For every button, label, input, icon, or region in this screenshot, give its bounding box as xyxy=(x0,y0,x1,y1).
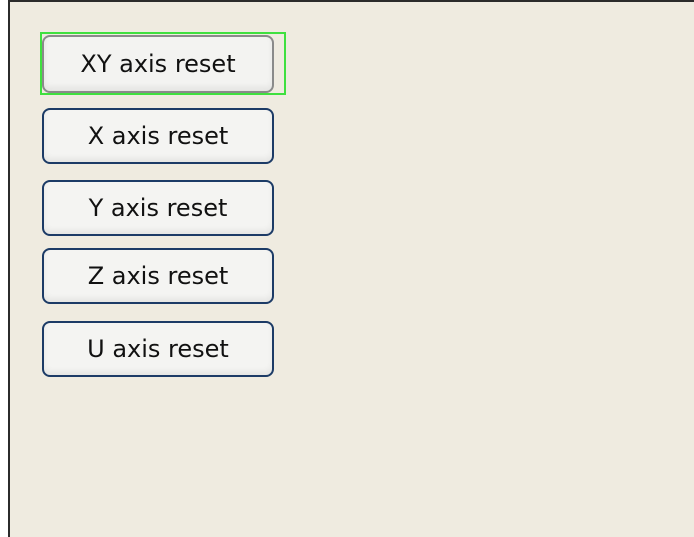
x-axis-reset-button[interactable]: X axis reset xyxy=(42,108,274,164)
u-axis-reset-button[interactable]: U axis reset xyxy=(42,321,274,377)
z-axis-reset-button[interactable]: Z axis reset xyxy=(42,248,274,304)
axis-reset-panel: XY axis reset X axis reset Y axis reset … xyxy=(8,0,694,537)
xy-axis-reset-button[interactable]: XY axis reset xyxy=(42,35,274,93)
y-axis-reset-button[interactable]: Y axis reset xyxy=(42,180,274,236)
